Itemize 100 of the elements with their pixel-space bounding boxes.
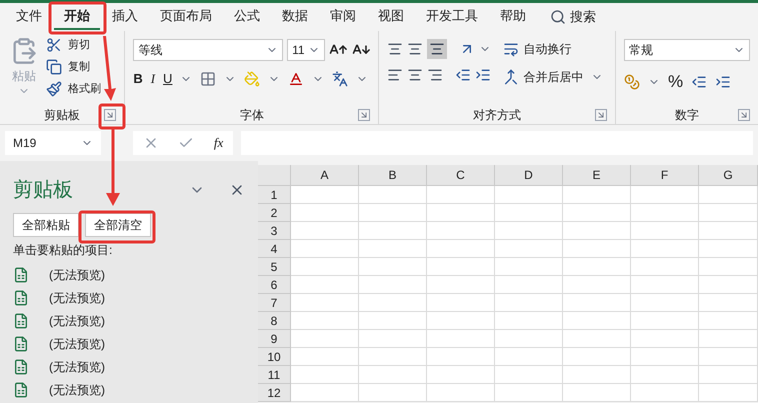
pane-button[interactable]: 全部清空 xyxy=(85,213,151,237)
sheet-cell[interactable] xyxy=(495,222,563,240)
sheet-cell[interactable] xyxy=(427,204,495,222)
row-header[interactable]: 9 xyxy=(258,330,291,348)
borders-icon[interactable] xyxy=(200,70,216,87)
ribbon-tab[interactable]: 审阅 xyxy=(320,4,366,30)
sheet-cell[interactable] xyxy=(427,312,495,330)
ribbon-tab[interactable]: 开发工具 xyxy=(416,4,488,30)
sheet-cell[interactable] xyxy=(563,330,631,348)
sheet-cell[interactable] xyxy=(427,258,495,276)
sheet-cell[interactable] xyxy=(359,294,427,312)
sheet-cell[interactable] xyxy=(631,330,699,348)
clipboard-command[interactable]: 复制 xyxy=(44,57,101,77)
sheet-cell[interactable] xyxy=(427,366,495,384)
sheet-cell[interactable] xyxy=(699,222,758,240)
ribbon-tab[interactable]: 插入 xyxy=(102,4,148,30)
sheet-cell[interactable] xyxy=(427,294,495,312)
sheet-cell[interactable] xyxy=(699,186,758,204)
column-header[interactable]: D xyxy=(495,165,563,186)
sheet-cell[interactable] xyxy=(359,330,427,348)
sheet-cell[interactable] xyxy=(699,276,758,294)
dialog-launcher-icon[interactable] xyxy=(104,109,116,121)
sheet-cell[interactable] xyxy=(699,294,758,312)
clipboard-item[interactable]: (无法预览) xyxy=(13,309,245,332)
sheet-cell[interactable] xyxy=(563,240,631,258)
sheet-cell[interactable] xyxy=(291,312,359,330)
indent-increase-icon[interactable] xyxy=(475,67,492,83)
indent-decrease-icon[interactable] xyxy=(455,67,472,83)
sheet-cell[interactable] xyxy=(495,240,563,258)
row-header[interactable]: 10 xyxy=(258,348,291,366)
row-header[interactable]: 6 xyxy=(258,276,291,294)
sheet-cell[interactable] xyxy=(291,276,359,294)
insert-function-button[interactable]: fx xyxy=(214,133,224,153)
font-style-button[interactable]: B xyxy=(133,69,143,88)
ribbon-tab[interactable]: 公式 xyxy=(224,4,270,30)
row-header[interactable]: 12 xyxy=(258,384,291,402)
select-all-corner[interactable] xyxy=(258,165,291,186)
sheet-cell[interactable] xyxy=(563,204,631,222)
column-header[interactable]: F xyxy=(631,165,699,186)
sheet-cell[interactable] xyxy=(427,222,495,240)
sheet-cell[interactable] xyxy=(699,258,758,276)
sheet-cell[interactable] xyxy=(631,294,699,312)
column-header[interactable]: A xyxy=(291,165,359,186)
sheet-cell[interactable] xyxy=(359,240,427,258)
dialog-launcher-icon[interactable] xyxy=(358,109,370,121)
sheet-cell[interactable] xyxy=(359,186,427,204)
sheet-cell[interactable] xyxy=(359,312,427,330)
sheet-cell[interactable] xyxy=(699,348,758,366)
sheet-cell[interactable] xyxy=(359,366,427,384)
row-header[interactable]: 1 xyxy=(258,186,291,204)
pane-button[interactable]: 全部粘贴 xyxy=(13,213,79,237)
sheet-cell[interactable] xyxy=(359,222,427,240)
clipboard-command[interactable]: 剪切 xyxy=(44,35,101,55)
align-left-icon[interactable] xyxy=(387,67,404,83)
row-header[interactable]: 5 xyxy=(258,258,291,276)
sheet-cell[interactable] xyxy=(699,330,758,348)
row-header[interactable]: 11 xyxy=(258,366,291,384)
sheet-cell[interactable] xyxy=(495,204,563,222)
align-center-icon[interactable] xyxy=(407,67,424,83)
sheet-cell[interactable] xyxy=(291,366,359,384)
sheet-cell[interactable] xyxy=(359,384,427,402)
sheet-cell[interactable] xyxy=(291,222,359,240)
ribbon-tab[interactable]: 页面布局 xyxy=(150,4,222,30)
dialog-launcher-icon[interactable] xyxy=(738,109,750,121)
dialog-launcher-icon[interactable] xyxy=(595,109,607,121)
ribbon-tab[interactable]: 帮助 xyxy=(490,4,536,30)
clipboard-item[interactable]: (无法预览) xyxy=(13,286,245,309)
font-style-button[interactable]: I xyxy=(150,69,156,88)
sheet-cell[interactable] xyxy=(427,276,495,294)
row-header[interactable]: 8 xyxy=(258,312,291,330)
sheet-cell[interactable] xyxy=(563,276,631,294)
font-name-field[interactable]: 等线 xyxy=(133,39,284,61)
clipboard-item[interactable]: (无法预览) xyxy=(13,378,245,401)
sheet-cell[interactable] xyxy=(359,258,427,276)
sheet-cell[interactable] xyxy=(563,348,631,366)
sheet-cell[interactable] xyxy=(291,186,359,204)
sheet-cell[interactable] xyxy=(699,366,758,384)
column-header[interactable]: E xyxy=(563,165,631,186)
sheet-cell[interactable] xyxy=(631,240,699,258)
font-style-button[interactable]: U xyxy=(163,69,172,88)
sheet-cell[interactable] xyxy=(359,204,427,222)
column-header[interactable]: G xyxy=(699,165,758,186)
column-header[interactable]: B xyxy=(359,165,427,186)
sheet-cell[interactable] xyxy=(427,348,495,366)
sheet-cell[interactable] xyxy=(427,186,495,204)
sheet-cell[interactable] xyxy=(631,348,699,366)
sheet-cell[interactable] xyxy=(631,384,699,402)
number-format-field[interactable]: 常规 xyxy=(624,39,750,61)
sheet-cell[interactable] xyxy=(291,294,359,312)
sheet-cell[interactable] xyxy=(563,222,631,240)
sheet-cell[interactable] xyxy=(495,186,563,204)
sheet-cell[interactable] xyxy=(495,258,563,276)
sheet-cell[interactable] xyxy=(699,204,758,222)
sheet-cell[interactable] xyxy=(631,312,699,330)
align-right-icon[interactable] xyxy=(427,67,444,83)
search-icon[interactable] xyxy=(550,9,566,25)
ribbon-tab[interactable]: 文件 xyxy=(6,4,52,30)
sheet-cell[interactable] xyxy=(563,186,631,204)
sheet-cell[interactable] xyxy=(563,312,631,330)
font-size-field[interactable]: 11 xyxy=(287,39,326,61)
